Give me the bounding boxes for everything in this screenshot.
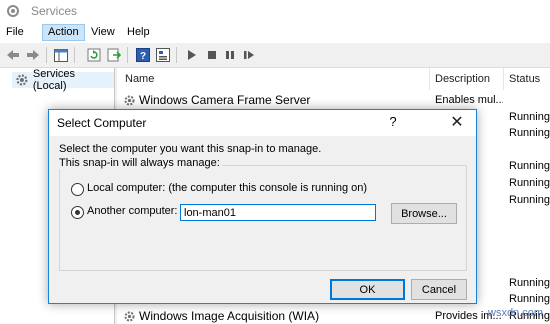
back-icon[interactable] [5, 47, 21, 63]
ok-button[interactable]: OK [330, 279, 405, 300]
column-header-description[interactable]: Description [435, 68, 490, 90]
toolbar-separator [127, 47, 128, 63]
tree-item-services-local[interactable]: Services (Local) [12, 68, 114, 92]
another-computer-label[interactable]: Another computer: [87, 205, 178, 217]
service-status: Running [509, 193, 550, 206]
toolbar-separator [176, 47, 177, 63]
tree-item-label: Services (Local) [32, 68, 76, 92]
computer-name-input[interactable] [180, 204, 376, 221]
start-service-icon[interactable] [184, 47, 200, 63]
service-status: Running [509, 160, 550, 173]
service-status: Running [509, 110, 550, 123]
export-list-icon[interactable] [106, 47, 122, 63]
dialog-help-button[interactable]: ? [386, 114, 400, 129]
pause-service-icon[interactable] [222, 47, 238, 63]
browse-button[interactable]: Browse... [391, 203, 457, 224]
service-status: Running [509, 127, 550, 140]
menu-file[interactable]: File [1, 25, 29, 40]
stop-service-icon[interactable] [204, 47, 220, 63]
radio-selected-dot [75, 210, 80, 215]
services-gear-icon [16, 74, 28, 86]
dialog-title-bar: Select Computer ? ✕ [49, 110, 476, 136]
toolbar: ? [0, 43, 550, 68]
watermark: wsxdn.com [488, 307, 544, 319]
service-row[interactable]: Windows Image Acquisition (WIA) Provides … [117, 308, 550, 324]
column-divider[interactable] [503, 68, 504, 90]
dialog-instruction: Select the computer you want this snap-i… [59, 143, 322, 155]
groupbox-label: This snap-in will always manage: [57, 157, 222, 169]
dialog-close-button[interactable]: ✕ [449, 112, 465, 132]
svg-text:?: ? [140, 51, 146, 62]
restart-service-icon[interactable] [241, 47, 257, 63]
help-icon[interactable]: ? [135, 47, 151, 63]
service-gear-icon [124, 311, 135, 322]
service-row[interactable]: Windows Camera Frame Server Enables mul..… [117, 92, 550, 108]
service-status: Running [509, 177, 550, 189]
column-divider[interactable] [429, 68, 430, 90]
refresh-icon[interactable] [86, 47, 102, 63]
window-title: Services [31, 4, 78, 18]
cancel-button[interactable]: Cancel [411, 279, 467, 300]
menu-help[interactable]: Help [122, 25, 155, 40]
forward-icon[interactable] [25, 47, 41, 63]
service-name: Windows Camera Frame Server [139, 93, 311, 107]
toolbar-separator [46, 47, 47, 63]
another-computer-radio[interactable] [71, 206, 84, 219]
local-computer-radio[interactable] [71, 183, 84, 196]
dialog-title: Select Computer [57, 116, 147, 130]
service-status: Running [509, 276, 550, 289]
select-computer-dialog: Select Computer ? ✕ Select the computer … [48, 109, 477, 304]
service-status: Running [509, 293, 550, 306]
menu-view[interactable]: View [86, 25, 120, 40]
properties-icon[interactable] [155, 47, 171, 63]
show-hide-tree-icon[interactable] [53, 47, 69, 63]
service-name: Windows Image Acquisition (WIA) [139, 308, 320, 323]
title-bar: Services [0, 0, 550, 22]
service-description: Enables mul... [435, 94, 503, 106]
menu-action[interactable]: Action [42, 24, 85, 41]
toolbar-separator [74, 47, 75, 63]
column-header-name[interactable]: Name [125, 68, 154, 90]
services-app-icon [7, 5, 19, 17]
menu-bar: File Action View Help [0, 22, 550, 43]
service-gear-icon [124, 95, 135, 106]
local-computer-label[interactable]: Local computer: (the computer this conso… [87, 182, 367, 194]
column-header-status[interactable]: Status [509, 68, 540, 90]
